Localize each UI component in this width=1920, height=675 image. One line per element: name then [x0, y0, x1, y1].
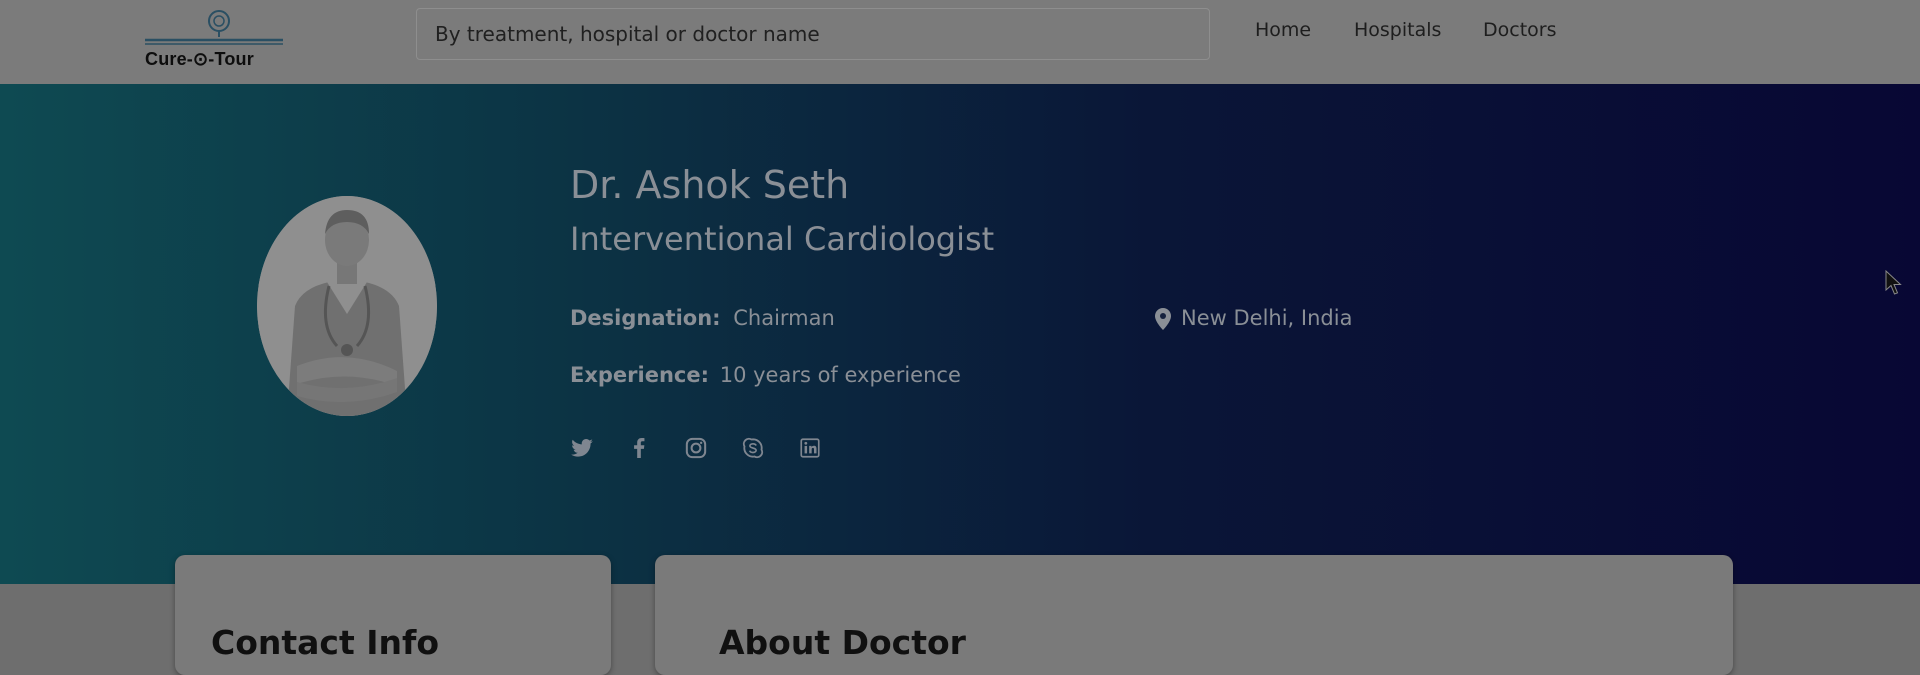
designation-label: Designation: — [570, 306, 721, 330]
map-pin-icon — [1155, 308, 1171, 330]
nav-home[interactable]: Home — [1255, 19, 1311, 41]
logo-mark-icon — [145, 10, 283, 45]
site-logo[interactable]: Cure-⊙-Tour — [143, 7, 285, 73]
experience-label: Experience: — [570, 363, 710, 387]
doctor-silhouette-icon — [257, 196, 437, 416]
doctor-specialty: Interventional Cardiologist — [570, 220, 995, 258]
top-navbar: Cure-⊙-Tour Home Hospitals Doctors — [0, 0, 1920, 84]
designation-row: Designation: Chairman — [570, 306, 835, 330]
instagram-icon[interactable] — [681, 433, 711, 463]
experience-row: Experience: 10 years of experience — [570, 363, 961, 387]
about-doctor-card: About Doctor — [655, 555, 1733, 675]
location-row: New Delhi, India — [1155, 306, 1352, 330]
search-input[interactable] — [417, 9, 1209, 59]
linkedin-icon[interactable] — [795, 433, 825, 463]
location-text: New Delhi, India — [1181, 306, 1353, 330]
mouse-cursor-icon — [1885, 270, 1902, 295]
doctor-name: Dr. Ashok Seth — [570, 163, 850, 207]
skype-icon[interactable] — [738, 433, 768, 463]
search-box[interactable] — [416, 8, 1210, 60]
contact-info-card: Contact Info — [175, 555, 611, 675]
contact-info-title: Contact Info — [211, 623, 440, 662]
designation-value: Chairman — [733, 306, 835, 330]
doctor-avatar — [257, 196, 437, 416]
nav-hospitals[interactable]: Hospitals — [1354, 19, 1441, 41]
logo-text: Cure-⊙-Tour — [145, 49, 254, 69]
nav-doctors[interactable]: Doctors — [1483, 19, 1557, 41]
experience-value: 10 years of experience — [719, 363, 961, 387]
twitter-icon[interactable] — [567, 433, 597, 463]
about-doctor-title: About Doctor — [719, 623, 966, 662]
facebook-icon[interactable] — [624, 433, 654, 463]
